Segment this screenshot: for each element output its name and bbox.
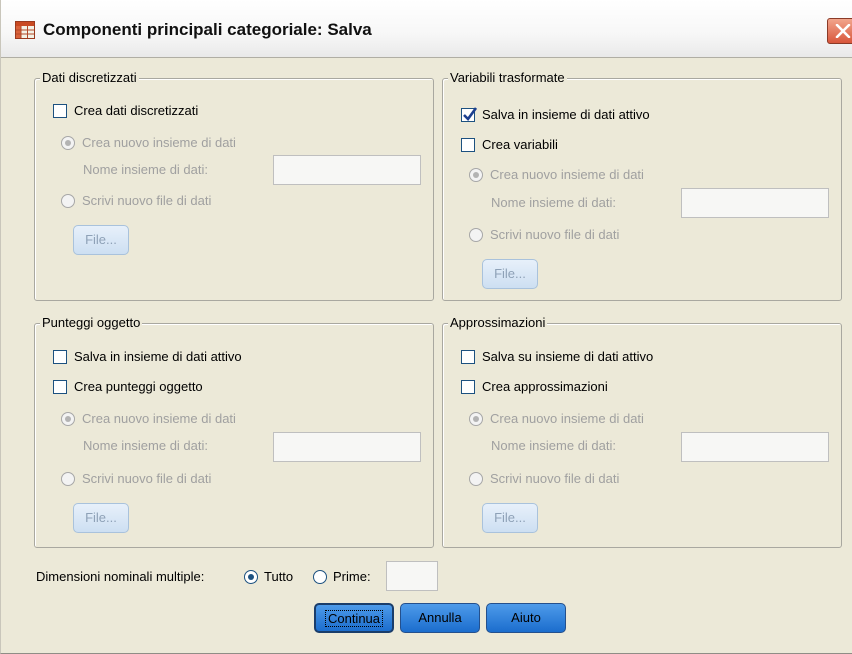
transformed-dataset-name-label: Nome insieme di dati: <box>491 195 616 210</box>
checkmark-icon <box>463 107 478 121</box>
approx-new-dataset-label: Crea nuovo insieme di dati <box>490 411 644 426</box>
transformed-dataset-name-input[interactable] <box>681 188 829 218</box>
scores-new-dataset-radio[interactable] <box>61 412 75 426</box>
scores-dataset-name-input[interactable] <box>273 432 421 462</box>
approx-file-button[interactable]: File... <box>482 503 538 533</box>
discretized-new-dataset-radio[interactable] <box>61 136 75 150</box>
create-variables-label: Crea variabili <box>482 137 558 152</box>
save-active-transformed-checkbox[interactable] <box>461 107 478 122</box>
first-dimensions-label: Prime: <box>333 569 371 584</box>
save-active-transformed-label: Salva in insieme di dati attivo <box>482 107 650 122</box>
discretized-file-button[interactable]: File... <box>73 225 129 255</box>
scores-file-button[interactable]: File... <box>73 503 129 533</box>
data-grid-icon <box>15 21 35 39</box>
save-active-scores-label: Salva in insieme di dati attivo <box>74 349 242 364</box>
transformed-write-file-radio[interactable] <box>469 228 483 242</box>
create-approx-checkbox[interactable] <box>461 380 475 394</box>
dialog-window: Componenti principali categoriale: Salva… <box>0 0 852 654</box>
discretized-write-file-label: Scrivi nuovo file di dati <box>82 193 212 208</box>
save-active-approx-label: Salva su insieme di dati attivo <box>482 349 654 364</box>
title-bar: Componenti principali categoriale: Salva <box>1 0 852 58</box>
create-discretized-label: Crea dati discretizzati <box>74 103 199 118</box>
multiple-nominal-label: Dimensioni nominali multiple: <box>36 569 205 584</box>
close-button[interactable] <box>827 18 852 44</box>
group-discretized-title: Dati discretizzati <box>40 70 139 85</box>
discretized-write-file-radio[interactable] <box>61 194 75 208</box>
scores-dataset-name-label: Nome insieme di dati: <box>83 438 208 453</box>
first-dimensions-input[interactable] <box>386 561 438 591</box>
window-title: Componenti principali categoriale: Salva <box>43 20 372 39</box>
group-transformed-title: Variabili trasformate <box>448 70 567 85</box>
create-approx-label: Crea approssimazioni <box>482 379 608 394</box>
create-scores-checkbox[interactable] <box>53 380 67 394</box>
continue-button[interactable]: Continua <box>314 603 394 633</box>
help-button[interactable]: Aiuto <box>486 603 566 633</box>
transformed-file-button[interactable]: File... <box>482 259 538 289</box>
approx-new-dataset-radio[interactable] <box>469 412 483 426</box>
transformed-new-dataset-label: Crea nuovo insieme di dati <box>490 167 644 182</box>
create-variables-checkbox[interactable] <box>461 138 475 152</box>
discretized-dataset-name-input[interactable] <box>273 155 421 185</box>
scores-write-file-radio[interactable] <box>61 472 75 486</box>
cancel-button[interactable]: Annulla <box>400 603 480 633</box>
approx-write-file-radio[interactable] <box>469 472 483 486</box>
scores-write-file-label: Scrivi nuovo file di dati <box>82 471 212 486</box>
create-discretized-checkbox[interactable] <box>53 104 67 118</box>
continue-button-label: Continua <box>324 610 384 627</box>
approx-dataset-name-label: Nome insieme di dati: <box>491 438 616 453</box>
save-active-scores-checkbox[interactable] <box>53 350 67 364</box>
close-icon <box>835 24 851 38</box>
discretized-new-dataset-label: Crea nuovo insieme di dati <box>82 135 236 150</box>
create-scores-label: Crea punteggi oggetto <box>74 379 203 394</box>
transformed-new-dataset-radio[interactable] <box>469 168 483 182</box>
all-dimensions-label: Tutto <box>264 569 294 584</box>
scores-new-dataset-label: Crea nuovo insieme di dati <box>82 411 236 426</box>
approx-dataset-name-input[interactable] <box>681 432 829 462</box>
group-approximations-title: Approssimazioni <box>448 315 548 330</box>
first-dimensions-radio[interactable] <box>313 570 327 584</box>
transformed-write-file-label: Scrivi nuovo file di dati <box>490 227 620 242</box>
group-object-scores-title: Punteggi oggetto <box>40 315 143 330</box>
approx-write-file-label: Scrivi nuovo file di dati <box>490 471 620 486</box>
all-dimensions-radio[interactable] <box>244 570 258 584</box>
discretized-dataset-name-label: Nome insieme di dati: <box>83 162 208 177</box>
save-active-approx-checkbox[interactable] <box>461 350 475 364</box>
